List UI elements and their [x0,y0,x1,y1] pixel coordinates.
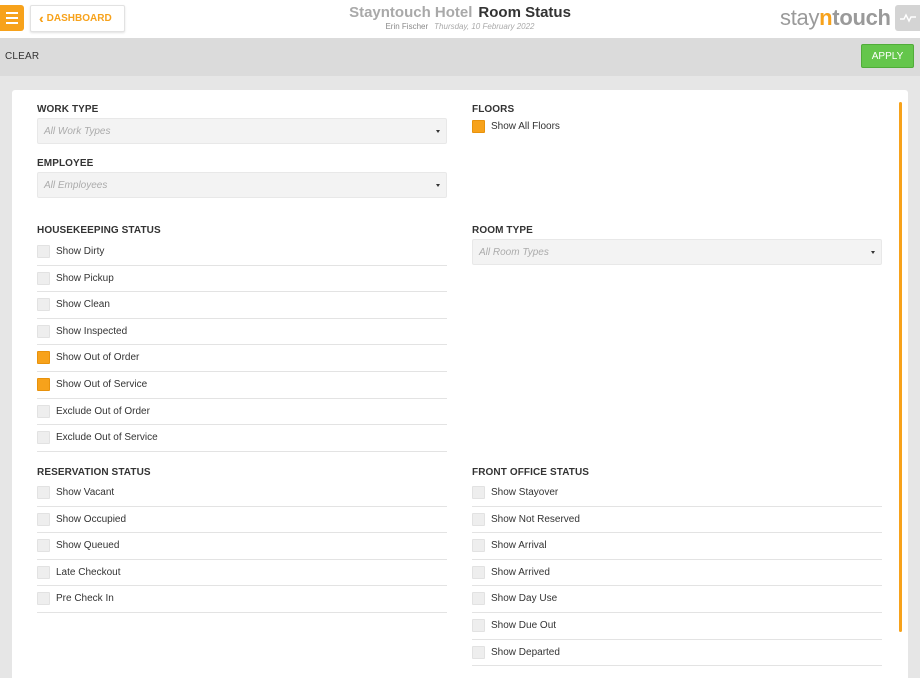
dropdown-arrow-icon [436,184,440,187]
checkbox-row[interactable]: Show Day Use [472,586,882,613]
user-name: Erin Fischer [385,22,429,31]
checkbox-row[interactable]: Show Departed [472,640,882,667]
checkbox-row[interactable]: Show Pickup [37,266,447,293]
clear-button[interactable]: CLEAR [5,51,39,62]
checkbox[interactable] [472,539,485,553]
checkbox[interactable] [37,592,50,606]
scrollbar[interactable] [899,102,902,632]
hamburger-icon [6,12,18,14]
dashboard-button[interactable]: ‹‹ DASHBOARD [30,5,125,32]
checkbox-label: Show Arrived [491,566,550,578]
checkbox-row[interactable]: Show All Floors [472,114,882,141]
checkbox[interactable] [37,245,50,258]
checkbox[interactable] [472,486,485,499]
checkbox-row[interactable]: Show Queued [37,533,447,560]
checkbox-row[interactable]: Exclude Out of Service [37,425,447,452]
checkbox-row[interactable]: Show Occupied [37,507,447,534]
checkbox-label: Late Checkout [56,566,121,578]
checkbox-label: Exclude Out of Service [56,432,158,444]
filter-toolbar: CLEAR APPLY [0,38,920,76]
work-type-title: WORK TYPE [37,104,99,115]
hamburger-icon [6,17,18,19]
checkbox-row[interactable]: Show Clean [37,292,447,319]
checkbox-row[interactable]: Show Arrival [472,533,882,560]
reservation-title: RESERVATION STATUS [37,467,151,478]
business-date: Thursday, 10 February 2022 [434,22,535,31]
checkbox[interactable] [37,404,50,418]
checkbox-label: Exclude Out of Order [56,405,150,417]
employee-select[interactable]: All Employees [37,172,447,198]
checkbox-label: Show Stayover [491,487,559,498]
checkbox-label: Show Clean [56,299,110,311]
header-bar: ‹‹ DASHBOARD Stayntouch Hotel Room Status… [0,0,920,38]
employee-value: All Employees [44,180,108,191]
room-type-select[interactable]: All Room Types [472,239,882,265]
checkbox-label: Show Out of Order [56,352,140,364]
checkbox[interactable] [472,619,485,632]
work-type-value: All Work Types [44,126,111,137]
checkbox-label: Show Queued [56,540,120,552]
checkbox-label: Show All Floors [491,121,560,132]
checkbox[interactable] [37,512,50,526]
checkbox-label: Show Out of Service [56,379,148,390]
checkbox-label: Show Occupied [56,513,127,525]
checkbox-row[interactable]: Show Arrived [472,560,882,587]
housekeeping-title: HOUSEKEEPING STATUS [37,225,161,236]
checkbox-row[interactable]: Show Dirty [37,239,447,266]
checkbox-label: Show Pickup [56,272,114,284]
dropdown-arrow-icon [871,251,875,254]
checkbox-label: Pre Check In [56,593,114,605]
pulse-icon [899,13,916,23]
checkbox-checked[interactable] [37,378,50,391]
checkbox-label: Show Vacant [56,487,115,498]
checkbox-label: Show Not Reserved [491,513,580,525]
hamburger-icon [6,22,18,24]
checkbox-row[interactable]: Show Due Out [472,613,882,640]
checkbox[interactable] [37,565,50,579]
sync-button[interactable] [895,5,920,31]
work-type-select[interactable]: All Work Types [37,118,447,144]
checkbox-label: Show Inspected [56,325,128,337]
checkbox-row[interactable]: Show Inspected [37,319,447,346]
checkbox[interactable] [37,271,50,285]
hotel-name: Stayntouch Hotel [349,4,473,21]
checkbox-row[interactable]: Late Checkout [37,560,447,587]
front-office-title: FRONT OFFICE STATUS [472,467,590,478]
double-chevron-left-icon: ‹‹ [39,11,42,26]
filter-panel: WORK TYPE All Work Types EMPLOYEE All Em… [12,90,908,678]
checkbox-label: Show Arrival [491,540,547,552]
stayntouch-logo: stayntouch [780,5,891,30]
checkbox-checked[interactable] [37,351,50,365]
checkbox-row[interactable]: Pre Check In [37,586,447,613]
checkbox-label: Show Dirty [56,246,105,257]
checkbox[interactable] [37,431,50,445]
checkbox-label: Show Day Use [491,593,558,605]
menu-button[interactable] [0,5,24,31]
checkbox-row[interactable]: Show Stayover [472,480,882,507]
checkbox[interactable] [37,298,50,312]
room-type-title: ROOM TYPE [472,225,533,236]
page-title: Room Status [478,4,571,21]
checkbox[interactable] [472,592,485,606]
checkbox-checked[interactable] [472,120,485,133]
checkbox[interactable] [37,486,50,499]
checkbox[interactable] [472,565,485,579]
checkbox-row[interactable]: Show Out of Service [37,372,447,399]
checkbox[interactable] [37,324,50,338]
checkbox-row[interactable]: Show Out of Order [37,345,447,372]
checkbox[interactable] [37,539,50,553]
dashboard-label: DASHBOARD [46,13,112,24]
checkbox-row[interactable]: Show Vacant [37,480,447,507]
checkbox[interactable] [472,512,485,526]
checkbox-label: Show Departed [491,646,560,658]
checkbox[interactable] [472,645,485,659]
checkbox-label: Show Due Out [491,620,557,631]
dropdown-arrow-icon [436,130,440,133]
checkbox-row[interactable]: Exclude Out of Order [37,399,447,426]
employee-title: EMPLOYEE [37,158,94,169]
apply-button[interactable]: APPLY [861,44,914,68]
room-type-value: All Room Types [479,247,549,258]
checkbox-row[interactable]: Show Not Reserved [472,507,882,534]
